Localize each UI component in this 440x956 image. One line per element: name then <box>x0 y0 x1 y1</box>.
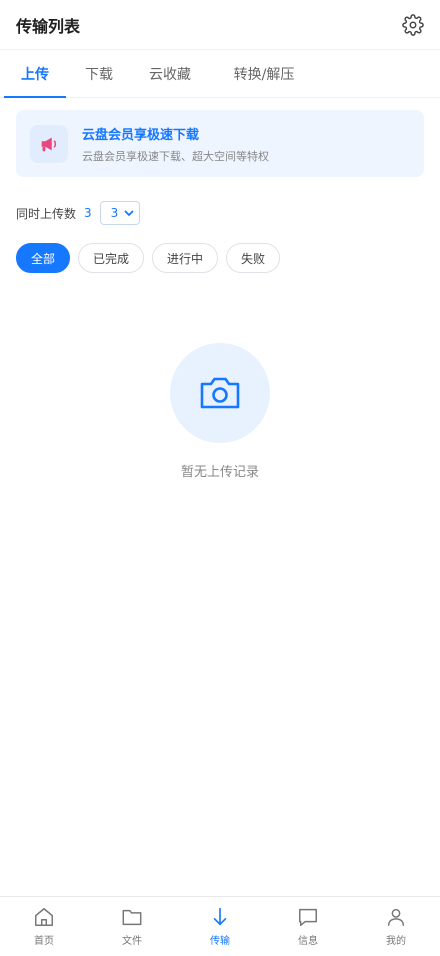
message-icon <box>297 906 319 928</box>
vip-banner[interactable]: 云盘会员享极速下载 云盘会员享极速下载、超大空间等特权 <box>16 110 424 177</box>
transfer-tabs: 上传 下载 云收藏 转换/解压 <box>0 50 440 98</box>
banner-title: 云盘会员享极速下载 <box>82 127 200 143</box>
nav-messages[interactable]: 信息 <box>264 897 352 956</box>
tab-upload-label: 上传 <box>21 66 49 83</box>
nav-profile-label: 我的 <box>386 936 406 947</box>
nav-home-label: 首页 <box>34 936 54 947</box>
concurrency-selected: 3 <box>110 206 119 220</box>
tab-cloud-favorites[interactable]: 云收藏 <box>132 50 208 97</box>
status-filters: 全部 已完成 进行中 失败 <box>16 243 424 273</box>
nav-files[interactable]: 文件 <box>88 897 176 956</box>
concurrency-label: 同时上传数 <box>16 206 77 221</box>
tab-download-label: 下载 <box>85 66 113 83</box>
empty-state-text: 暂无上传记录 <box>180 465 259 480</box>
nav-profile[interactable]: 我的 <box>352 897 440 956</box>
folder-icon <box>121 906 143 928</box>
arrow-down-icon <box>209 906 231 928</box>
tab-cloud-favorites-label: 云收藏 <box>149 66 191 83</box>
banner-subtitle: 云盘会员享极速下载、超大空间等特权 <box>82 149 269 163</box>
tab-download[interactable]: 下载 <box>68 50 130 97</box>
filter-completed[interactable]: 已完成 <box>78 243 145 273</box>
bottom-navigation: 首页 文件 传输 信息 我的 <box>0 896 440 956</box>
tab-convert-extract-label: 转换/解压 <box>233 66 295 83</box>
filter-in-progress[interactable]: 进行中 <box>152 243 219 273</box>
user-icon <box>385 906 407 928</box>
concurrency-value: 3 <box>84 206 92 220</box>
nav-transfer-label: 传输 <box>210 936 230 947</box>
nav-home[interactable]: 首页 <box>0 897 88 956</box>
concurrency-setting: 同时上传数 3 3 <box>16 201 424 225</box>
page-title: 传输列表 <box>16 16 81 36</box>
nav-files-label: 文件 <box>122 936 142 947</box>
chevron-down-icon <box>124 210 134 216</box>
app-header: 传输列表 <box>0 0 440 50</box>
megaphone-icon <box>30 124 68 163</box>
filter-all[interactable]: 全部 <box>16 243 71 273</box>
gear-icon[interactable] <box>402 13 424 36</box>
nav-messages-label: 信息 <box>298 936 318 947</box>
camera-icon <box>170 343 270 443</box>
empty-state: 暂无上传记录 <box>0 343 440 480</box>
tab-convert-extract[interactable]: 转换/解压 <box>216 50 312 97</box>
tab-upload[interactable]: 上传 <box>4 50 66 98</box>
filter-failed[interactable]: 失败 <box>226 243 281 273</box>
nav-transfer[interactable]: 传输 <box>176 897 264 956</box>
home-icon <box>33 906 55 928</box>
concurrency-select[interactable]: 3 <box>99 201 141 225</box>
banner-text: 云盘会员享极速下载 云盘会员享极速下载、超大空间等特权 <box>82 124 269 164</box>
